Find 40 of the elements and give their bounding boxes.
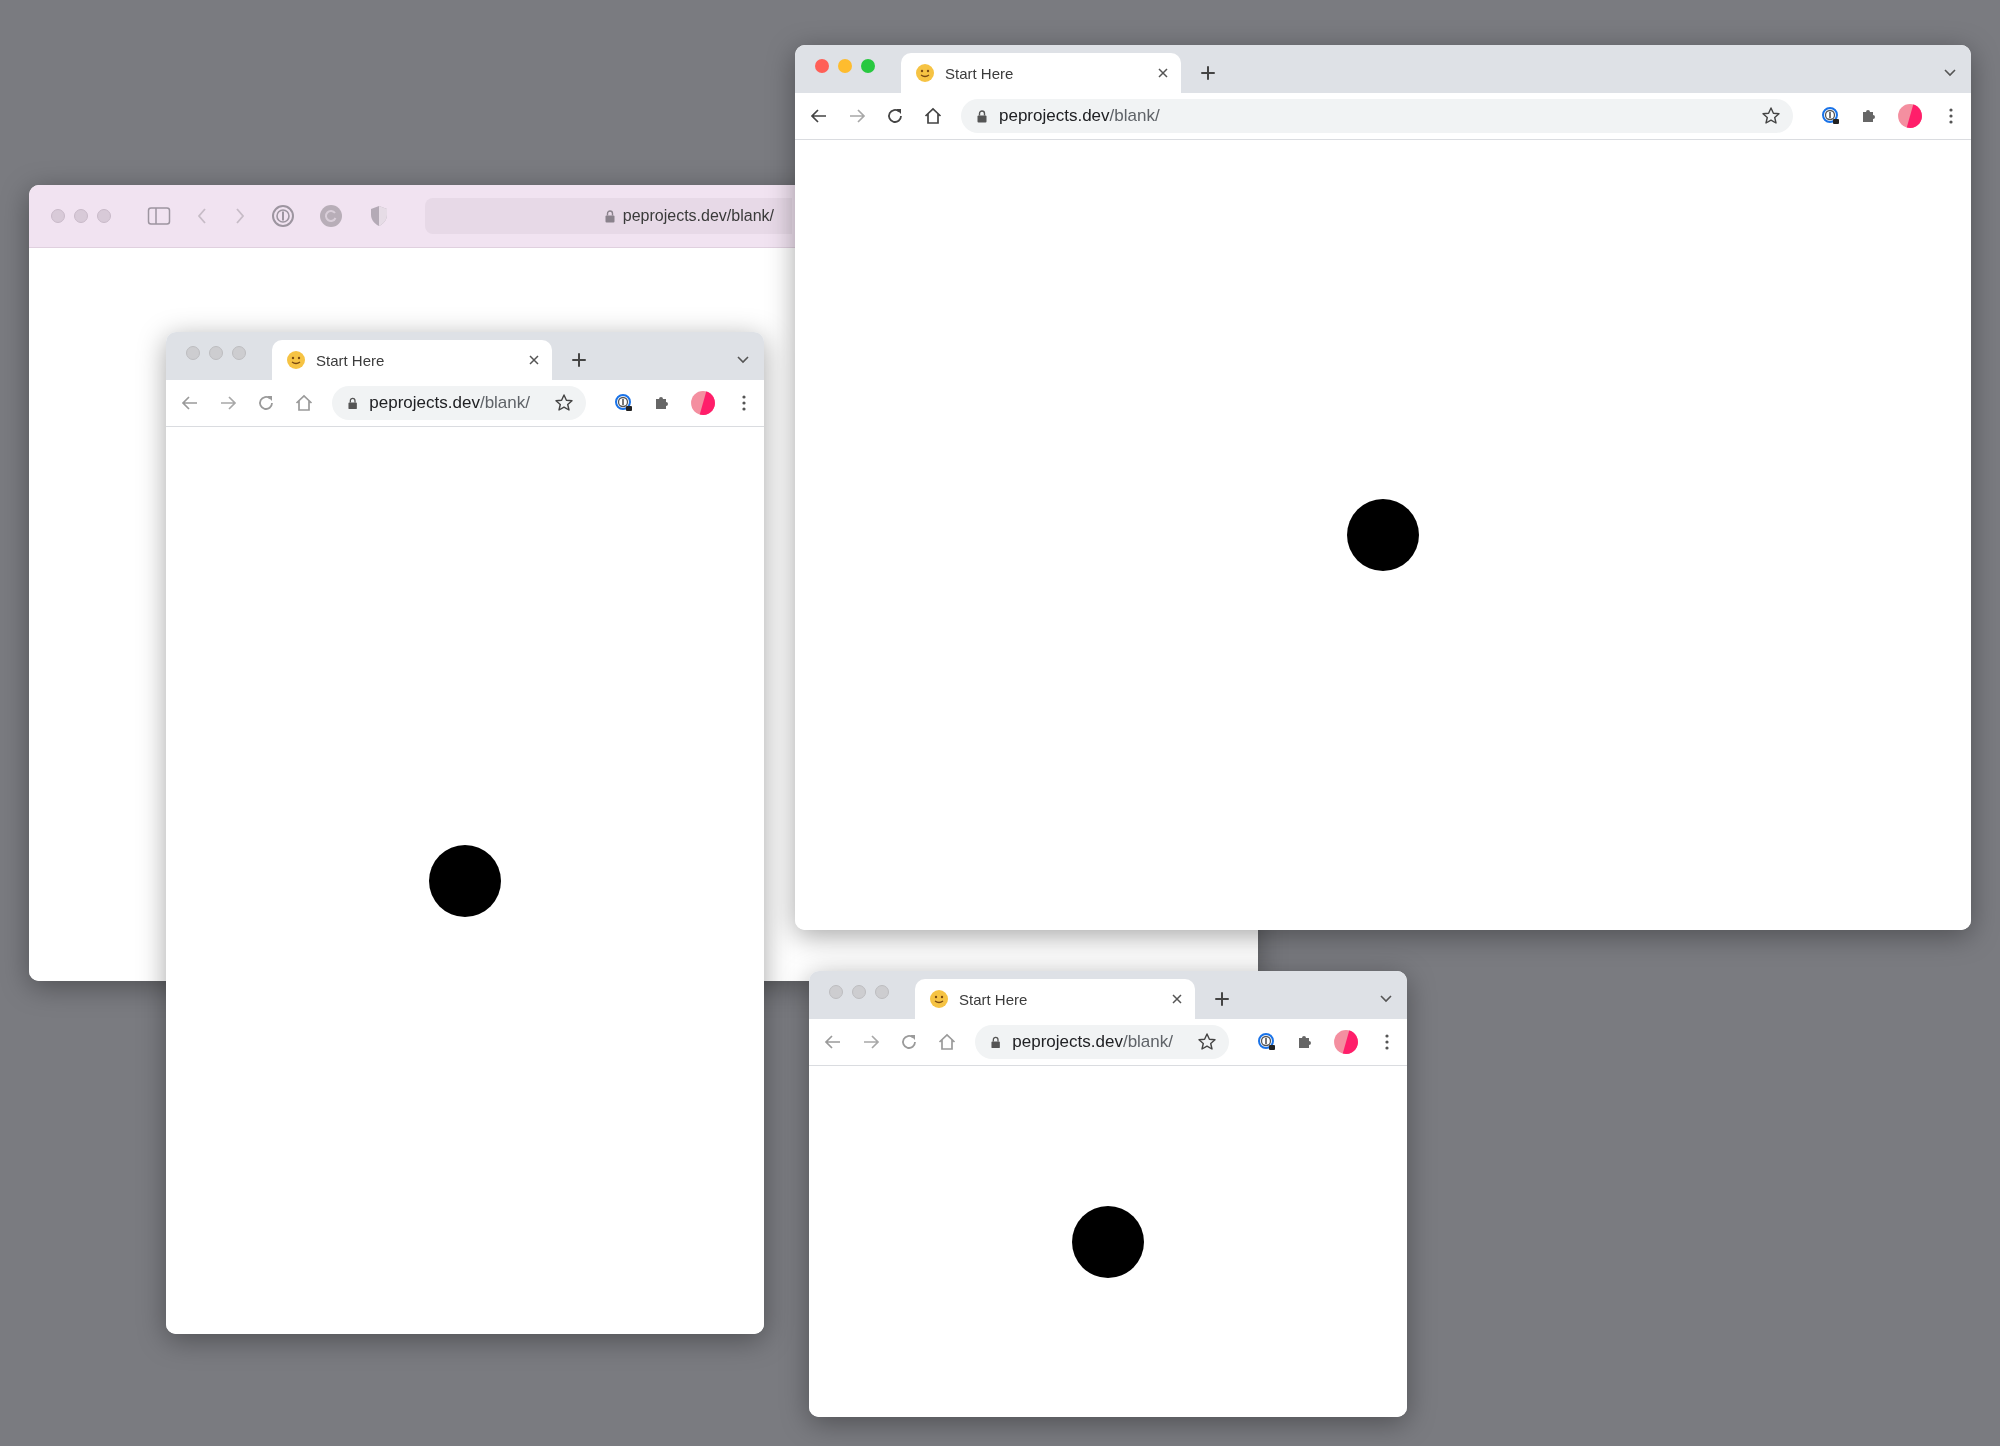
tab-search-icon[interactable] [1943,67,1957,77]
profile-avatar[interactable] [1897,103,1923,129]
close-icon[interactable] [1157,67,1169,79]
smiley-icon [929,989,949,1009]
address-field[interactable]: peprojects.dev/blank/ [425,198,792,234]
browser-tab[interactable]: Start Here [272,340,552,380]
new-tab-icon[interactable] [1199,64,1217,82]
browser-tab[interactable]: Start Here [901,53,1181,93]
sidebar-icon[interactable] [147,206,171,226]
profile-avatar[interactable] [690,390,716,416]
close-icon[interactable] [528,354,540,366]
url-text: peprojects.dev/blank/ [1012,1032,1173,1052]
dot [1347,499,1419,571]
browser-tab[interactable]: Start Here [915,979,1195,1019]
bookmark-star-icon[interactable] [1761,106,1781,126]
address-field[interactable]: peprojects.dev/blank/ [961,99,1793,133]
lock-icon [977,109,987,123]
url-text: peprojects.dev/blank/ [369,393,530,413]
url-text: peprojects.dev/blank/ [999,106,1160,126]
tab-search-icon[interactable] [736,354,750,364]
lock-icon [348,396,358,410]
bookmark-star-icon[interactable] [554,393,574,413]
smiley-icon [286,350,306,370]
lock-icon [991,1035,1001,1049]
profile-avatar[interactable] [1333,1029,1359,1055]
reload-icon[interactable] [885,106,905,126]
lock-icon [604,209,615,223]
address-field[interactable]: peprojects.dev/blank/ [332,386,586,420]
close-icon[interactable] [1171,993,1183,1005]
password-manager-icon[interactable] [614,393,634,413]
password-manager-icon[interactable] [1821,106,1841,126]
new-tab-icon[interactable] [1213,990,1231,1008]
close-button[interactable] [815,59,829,73]
new-tab-icon[interactable] [570,351,588,369]
home-icon[interactable] [923,106,943,126]
bookmark-star-icon[interactable] [1197,1032,1217,1052]
smiley-icon [915,63,935,83]
address-field[interactable]: peprojects.dev/blank/ [975,1025,1229,1059]
password-manager-icon[interactable] [1257,1032,1277,1052]
tab-search-icon[interactable] [1379,993,1393,1003]
